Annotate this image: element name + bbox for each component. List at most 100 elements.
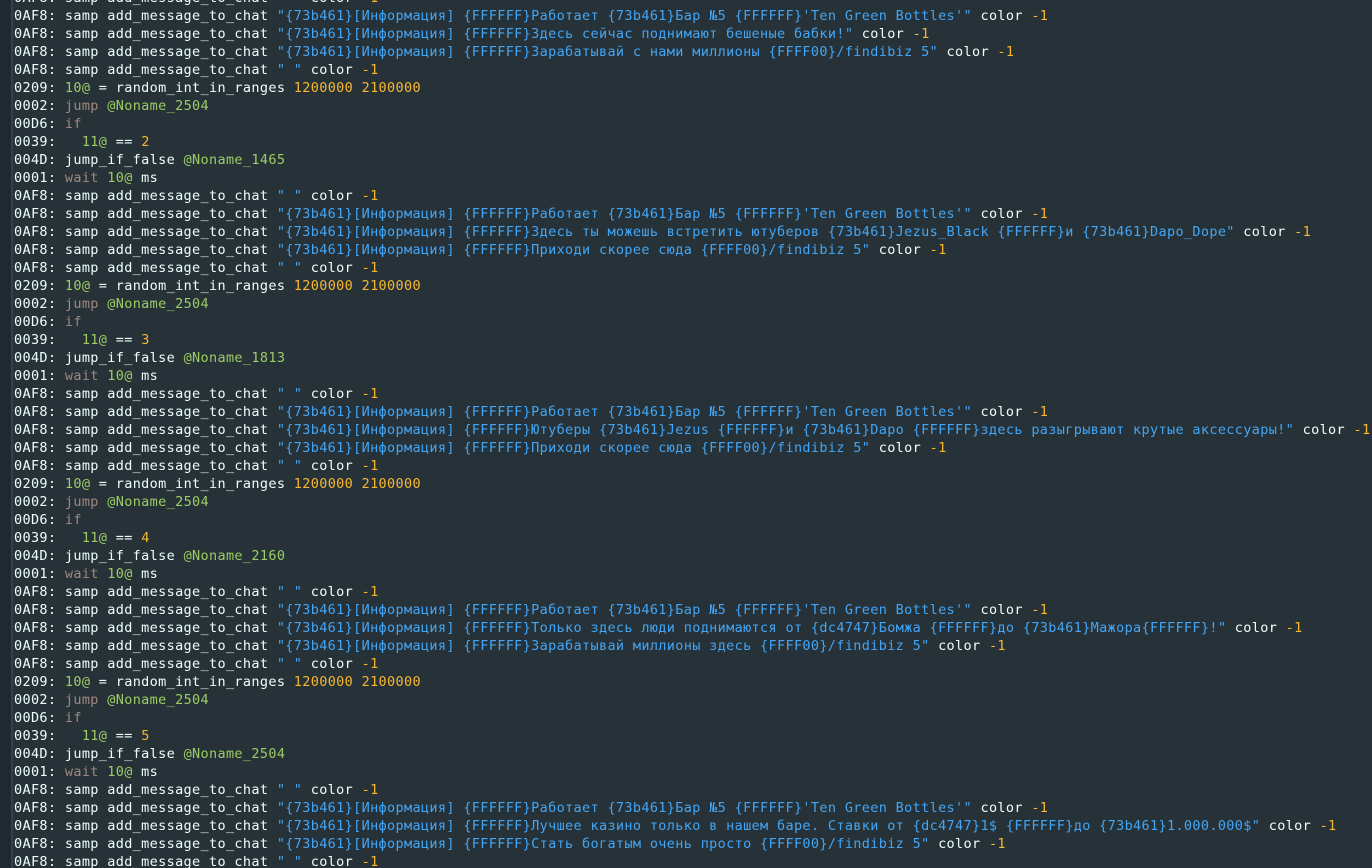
code-text: 00D6: [14, 314, 65, 330]
code-text: == [107, 134, 142, 150]
keyword-token: wait [64, 764, 108, 780]
label-token: @Noname_2504 [183, 746, 286, 762]
string-literal: "{73b461}[Информация] {FFFFFF}Работает {… [276, 404, 972, 420]
number-literal: -1 [988, 638, 1006, 654]
code-text: 0AF8: samp add_message_to_chat [14, 818, 277, 834]
keyword-token: wait [64, 566, 108, 582]
number-literal: 4 [141, 530, 150, 546]
variable-token: 10@ [107, 566, 133, 582]
code-text: 0AF8: samp add_message_to_chat [14, 440, 277, 456]
code-line: 004D: jump_if_false @Noname_1465 [14, 151, 1372, 169]
string-literal: "{73b461}[Информация] {FFFFFF}Зарабатыва… [276, 44, 939, 60]
code-line: 0AF8: samp add_message_to_chat "{73b461}… [14, 25, 1372, 43]
code-text: color [929, 836, 989, 852]
string-literal: " " [277, 0, 302, 6]
code-line: 0AF8: samp add_message_to_chat "{73b461}… [14, 403, 1372, 421]
code-text: 0AF8: samp add_message_to_chat [14, 206, 277, 222]
code-line: 0039: 11@ == 2 [14, 133, 1372, 151]
code-text: color [971, 8, 1032, 24]
variable-token: 10@ [64, 476, 91, 492]
code-line: 0AF8: samp add_message_to_chat " " color… [14, 457, 1372, 475]
code-text: 0AF8: samp add_message_to_chat [14, 584, 277, 600]
string-literal: "{73b461}[Информация] {FFFFFF}Зарабатыва… [276, 638, 930, 654]
keyword-token: jump [64, 98, 108, 114]
number-literal: -1 [1031, 602, 1049, 618]
code-line: 0002: jump @Noname_2504 [14, 97, 1372, 115]
code-text: == [107, 332, 142, 348]
code-line: 0AF8: samp add_message_to_chat " " color… [14, 781, 1372, 799]
code-line: 0AF8: samp add_message_to_chat " " color… [14, 853, 1372, 868]
code-line: 0AF8: samp add_message_to_chat "{73b461}… [14, 205, 1372, 223]
code-text: color [971, 602, 1032, 618]
code-line: 0002: jump @Noname_2504 [14, 691, 1372, 709]
code-text: 0AF8: samp add_message_to_chat [14, 0, 277, 6]
code-line: 0AF8: samp add_message_to_chat "{73b461}… [14, 223, 1372, 241]
string-literal: "{73b461}[Информация] {FFFFFF}Работает {… [276, 800, 972, 816]
code-line: 0002: jump @Noname_2504 [14, 295, 1372, 313]
code-line: 004D: jump_if_false @Noname_1813 [14, 349, 1372, 367]
code-line: 00D6: if [14, 511, 1372, 529]
code-text: 0AF8: samp add_message_to_chat [14, 656, 277, 672]
keyword-token: if [64, 314, 82, 330]
number-literal: -1 [361, 782, 379, 798]
code-text: color [302, 782, 362, 798]
number-literal: -1 [361, 854, 379, 868]
code-text: 0002: [14, 494, 65, 510]
variable-token: 11@ [81, 728, 108, 744]
code-line: 0AF8: samp add_message_to_chat "{73b461}… [14, 43, 1372, 61]
code-line: 0AF8: samp add_message_to_chat " " color… [14, 187, 1372, 205]
code-text: 0AF8: samp add_message_to_chat [14, 782, 277, 798]
code-line: 0002: jump @Noname_2504 [14, 493, 1372, 511]
code-text: 0002: [14, 98, 65, 114]
code-text: color [870, 242, 930, 258]
number-literal: -1 [1031, 206, 1049, 222]
code-editor[interactable]: 0AF8: samp add_message_to_chat " " color… [0, 0, 1372, 868]
code-text: 0AF8: samp add_message_to_chat [14, 224, 277, 240]
code-text: 0039: [14, 530, 82, 546]
code-line: 0AF8: samp add_message_to_chat "{73b461}… [14, 7, 1372, 25]
string-literal: " " [276, 656, 303, 672]
code-line: 0001: wait 10@ ms [14, 169, 1372, 187]
code-line: 0AF8: samp add_message_to_chat "{73b461}… [14, 835, 1372, 853]
label-token: @Noname_2504 [107, 296, 209, 312]
code-text: 0209: [14, 674, 65, 690]
variable-token: 10@ [107, 368, 133, 384]
variable-token: 11@ [81, 530, 108, 546]
number-literal: 5 [141, 728, 150, 744]
number-literal: -1 [1031, 800, 1049, 816]
label-token: @Noname_2160 [183, 548, 286, 564]
code-text: 0AF8: samp add_message_to_chat [14, 26, 277, 42]
code-text: 0AF8: samp add_message_to_chat [14, 602, 277, 618]
code-line: 00D6: if [14, 709, 1372, 727]
keyword-token: jump [64, 296, 108, 312]
code-text: 00D6: [14, 512, 65, 528]
code-line: 0001: wait 10@ ms [14, 367, 1372, 385]
code-text: ms [132, 764, 159, 780]
code-text: 0AF8: samp add_message_to_chat [14, 422, 277, 438]
code-line: 0AF8: samp add_message_to_chat "{73b461}… [14, 241, 1372, 259]
string-literal: " " [276, 458, 303, 474]
code-area[interactable]: 0AF8: samp add_message_to_chat " " color… [14, 0, 1372, 868]
label-token: @Noname_1465 [183, 152, 286, 168]
code-text: 0001: [14, 764, 65, 780]
number-literal: -1 [361, 386, 379, 402]
number-literal: -1 [1285, 620, 1303, 636]
code-text: color [302, 458, 362, 474]
variable-token: 10@ [64, 278, 91, 294]
code-line: 0AF8: samp add_message_to_chat "{73b461}… [14, 817, 1372, 835]
string-literal: " " [276, 386, 303, 402]
code-text: 0AF8: samp add_message_to_chat [14, 620, 277, 636]
code-text: ms [132, 566, 159, 582]
code-text: 0209: [14, 80, 65, 96]
editor-gutter [0, 0, 13, 868]
keyword-token: jump [64, 494, 108, 510]
number-literal: -1 [362, 0, 379, 6]
code-text: color [1226, 620, 1286, 636]
code-line: 0209: 10@ = random_int_in_ranges 1200000… [14, 79, 1372, 97]
string-literal: " " [276, 782, 303, 798]
code-text: = random_int_in_ranges [90, 476, 294, 492]
number-literal: -1 [361, 584, 379, 600]
number-literal: 2 [141, 134, 150, 150]
code-text: color [302, 0, 361, 6]
code-text: 004D: jump_if_false [14, 152, 184, 168]
